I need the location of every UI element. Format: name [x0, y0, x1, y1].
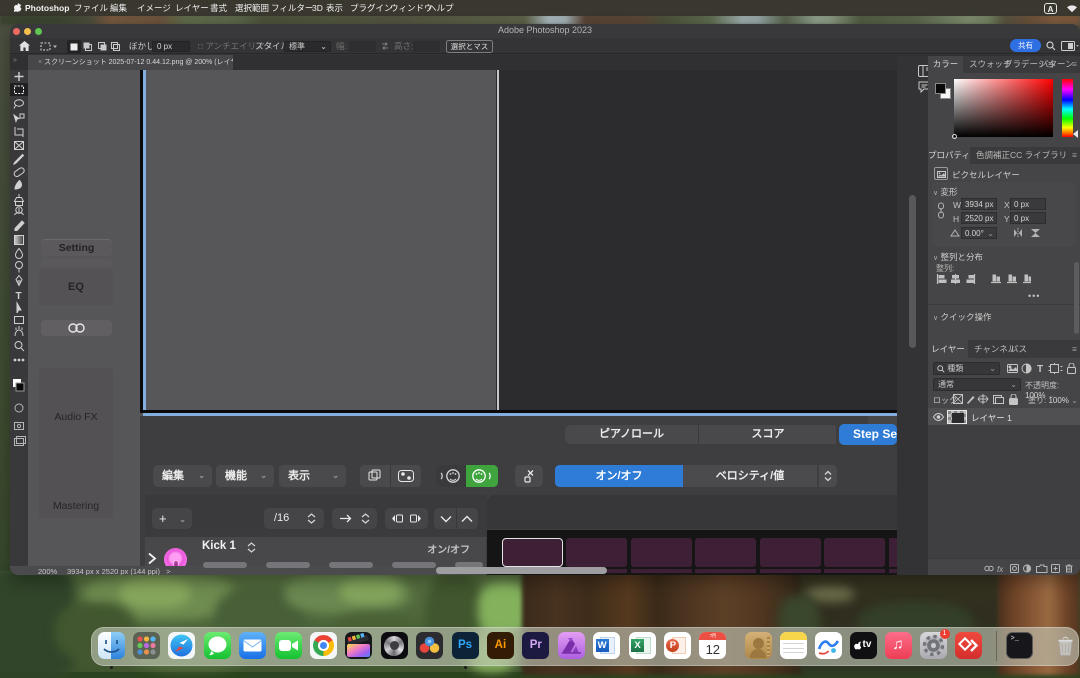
svg-text:T: T [1037, 364, 1043, 374]
svg-text:T: T [16, 291, 22, 302]
svg-text:fx: fx [997, 565, 1004, 573]
